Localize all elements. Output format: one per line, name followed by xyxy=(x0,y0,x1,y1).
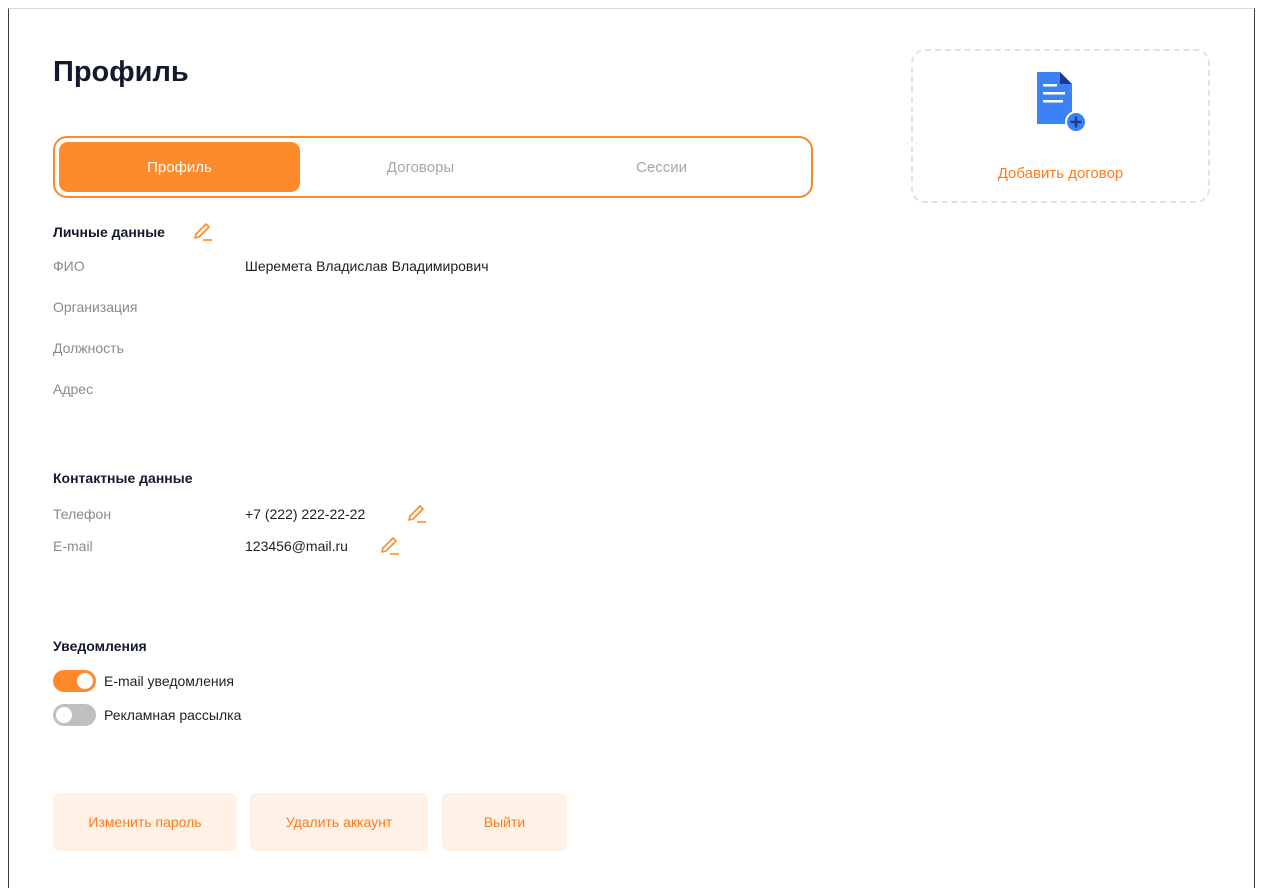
address-label: Адрес xyxy=(53,381,94,397)
email-notifications-label: E-mail уведомления xyxy=(104,673,234,689)
contacts-title: Контактные данные xyxy=(53,470,193,486)
add-contract-card[interactable]: Добавить договор xyxy=(911,49,1210,203)
logout-button[interactable]: Выйти xyxy=(442,793,567,851)
phone-label: Телефон xyxy=(53,506,112,522)
email-label: E-mail xyxy=(53,538,93,554)
add-contract-label: Добавить договор xyxy=(997,165,1124,182)
ad-mailing-label: Рекламная рассылка xyxy=(104,707,242,723)
tab-profile[interactable]: Профиль xyxy=(59,142,300,192)
fio-value: Шеремета Владислав Владимирович xyxy=(245,258,489,274)
tab-contracts[interactable]: Договоры xyxy=(300,142,541,192)
toggle-knob xyxy=(77,673,93,689)
email-value: 123456@mail.ru xyxy=(245,538,348,554)
tab-sessions[interactable]: Сессии xyxy=(541,142,782,192)
personal-data-title: Личные данные xyxy=(53,224,165,240)
position-label: Должность xyxy=(53,340,124,356)
change-password-button[interactable]: Изменить пароль xyxy=(53,793,237,851)
profile-tabs: Профиль Договоры Сессии xyxy=(53,136,813,198)
organization-label: Организация xyxy=(53,299,138,315)
edit-phone-pencil-icon[interactable] xyxy=(407,504,427,524)
edit-email-pencil-icon[interactable] xyxy=(380,536,400,556)
email-notifications-toggle[interactable] xyxy=(53,670,96,692)
notifications-title: Уведомления xyxy=(53,638,147,654)
document-add-icon xyxy=(1037,72,1087,133)
fio-label: ФИО xyxy=(53,258,85,274)
ad-mailing-toggle[interactable] xyxy=(53,704,96,726)
phone-value: +7 (222) 222-22-22 xyxy=(245,506,366,522)
edit-personal-pencil-icon[interactable] xyxy=(193,222,213,242)
page-title: Профиль xyxy=(53,56,189,88)
delete-account-button[interactable]: Удалить аккаунт xyxy=(250,793,428,851)
toggle-knob xyxy=(56,707,72,723)
